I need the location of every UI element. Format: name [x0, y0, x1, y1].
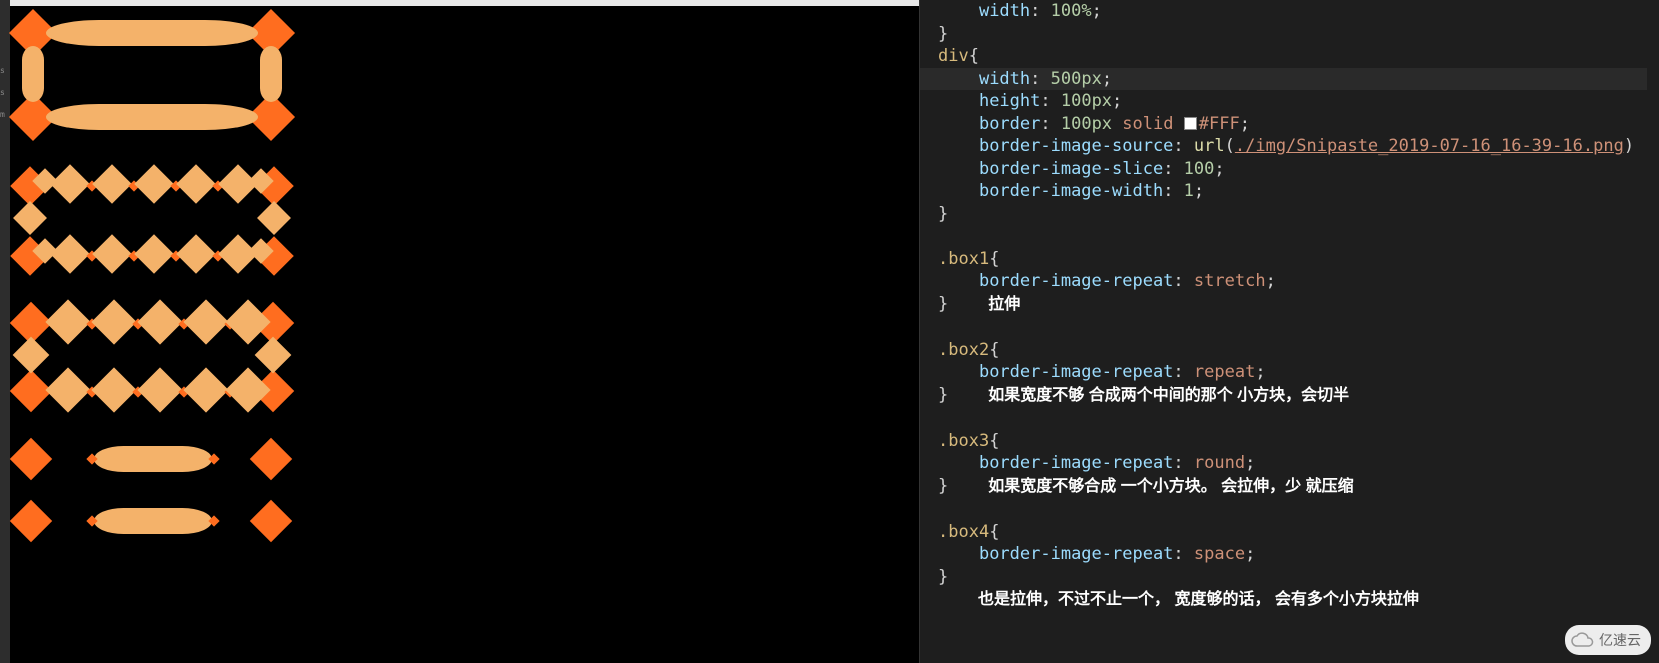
- cloud-icon: [1571, 632, 1595, 648]
- color-swatch-icon: [1184, 117, 1197, 130]
- preview-box-space: [16, 444, 296, 540]
- code-line[interactable]: border-image-repeat: stretch;: [938, 270, 1647, 293]
- annotation-text: 拉伸: [988, 294, 1020, 317]
- preview-box-repeat: [16, 172, 296, 272]
- code-line[interactable]: .box1{: [938, 248, 1647, 271]
- watermark-text: 亿速云: [1599, 629, 1641, 652]
- code-blank-line[interactable]: [938, 498, 1647, 521]
- code-line[interactable]: width: 100%;: [938, 0, 1647, 23]
- gutter-letter: s: [0, 82, 10, 104]
- code-blank-line[interactable]: [938, 407, 1647, 430]
- code-editor-panel[interactable]: width: 100%; } div{ width: 500px; height…: [920, 0, 1659, 663]
- gutter-letter: s: [0, 60, 10, 82]
- code-line[interactable]: }如果宽度不够合成 一个小方块。 会拉伸，少 就压缩: [938, 475, 1647, 499]
- code-line[interactable]: }: [938, 23, 1647, 46]
- address-bar-strip: [10, 0, 919, 6]
- browser-preview-panel: s s m: [0, 0, 920, 663]
- code-blank-line[interactable]: [938, 316, 1647, 339]
- gutter-letter: m: [0, 104, 10, 126]
- preview-content: [12, 12, 919, 663]
- code-line[interactable]: border: 100px solid #FFF;: [938, 113, 1647, 136]
- preview-box-round: [16, 308, 296, 408]
- code-line[interactable]: border-image-slice: 100;: [938, 158, 1647, 181]
- code-line[interactable]: }: [938, 203, 1647, 226]
- left-gutter: s s m: [0, 0, 10, 663]
- code-line[interactable]: 也是拉伸，不过不止一个， 宽度够的话， 会有多个小方块拉伸: [938, 588, 1647, 612]
- code-line[interactable]: border-image-repeat: round;: [938, 452, 1647, 475]
- code-line[interactable]: border-image-repeat: space;: [938, 543, 1647, 566]
- code-line[interactable]: }拉伸: [938, 293, 1647, 317]
- annotation-text: 如果宽度不够合成 一个小方块。 会拉伸，少 就压缩: [988, 476, 1353, 499]
- code-line-active[interactable]: width: 500px;: [920, 68, 1647, 91]
- code-line[interactable]: height: 100px;: [938, 90, 1647, 113]
- annotation-text: 也是拉伸，不过不止一个， 宽度够的话， 会有多个小方块拉伸: [978, 589, 1419, 612]
- code-line[interactable]: }如果宽度不够 合成两个中间的那个 小方块，会切半: [938, 384, 1647, 408]
- code-blank-line[interactable]: [938, 225, 1647, 248]
- code-line[interactable]: border-image-source: url(./img/Snipaste_…: [938, 135, 1647, 158]
- watermark-badge: 亿速云: [1565, 625, 1651, 656]
- preview-box-stretch: [16, 16, 296, 136]
- code-line[interactable]: .box4{: [938, 521, 1647, 544]
- code-line[interactable]: .box2{: [938, 339, 1647, 362]
- code-line[interactable]: }: [938, 566, 1647, 589]
- code-line[interactable]: border-image-width: 1;: [938, 180, 1647, 203]
- code-line[interactable]: border-image-repeat: repeat;: [938, 361, 1647, 384]
- code-line[interactable]: .box3{: [938, 430, 1647, 453]
- annotation-text: 如果宽度不够 合成两个中间的那个 小方块，会切半: [988, 385, 1349, 408]
- code-line[interactable]: div{: [938, 45, 1647, 68]
